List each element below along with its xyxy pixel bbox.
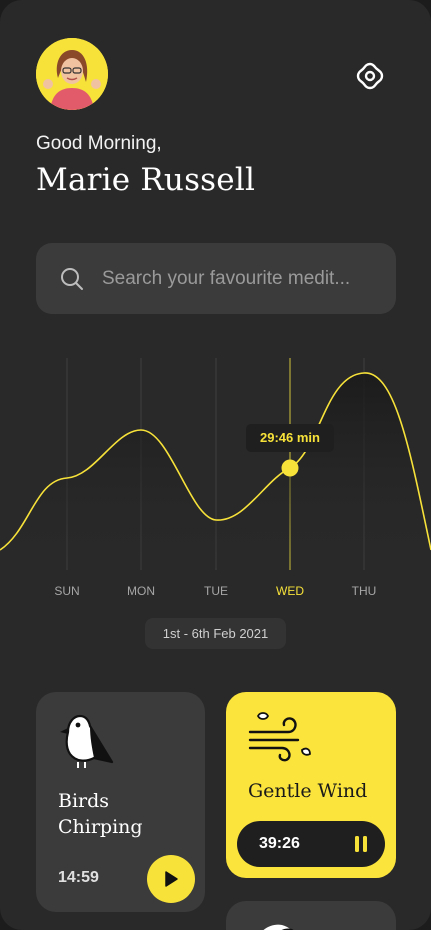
- pause-icon[interactable]: [351, 834, 371, 854]
- tick-label[interactable]: SUN: [54, 584, 79, 598]
- meditation-card-wind[interactable]: Gentle Wind 39:26: [226, 692, 396, 878]
- chart-highlight-point[interactable]: [281, 459, 299, 477]
- tick-label[interactable]: TUE: [204, 584, 228, 598]
- card-duration: 39:26: [259, 835, 300, 852]
- avatar[interactable]: [36, 38, 108, 110]
- settings-button[interactable]: [350, 56, 390, 96]
- user-name: Marie Russell: [36, 162, 256, 198]
- flower-gear-icon: [356, 62, 384, 90]
- wind-icon: [248, 712, 311, 762]
- meditation-card-birds[interactable]: Birds Chirping 14:59: [36, 692, 205, 912]
- meditation-card-partial[interactable]: [226, 901, 396, 930]
- player-pill[interactable]: 39:26: [237, 821, 385, 867]
- greeting-text: Good Morning,: [36, 133, 162, 154]
- meditation-chart: 29:46 min SUN MON TUE WED THU: [0, 358, 431, 598]
- play-icon: [165, 871, 178, 887]
- search-icon: [61, 268, 83, 290]
- tick-label-active[interactable]: WED: [276, 584, 304, 598]
- tick-label[interactable]: THU: [352, 584, 377, 598]
- card-title: Birds Chirping: [58, 790, 143, 838]
- search-input[interactable]: [102, 243, 382, 314]
- play-button[interactable]: [147, 855, 195, 903]
- card-title: Gentle Wind: [248, 780, 368, 802]
- chart-x-axis: SUN MON TUE WED THU: [54, 584, 376, 598]
- bird-icon: [60, 714, 114, 768]
- tick-label[interactable]: MON: [127, 584, 155, 598]
- avatar-portrait: [36, 38, 108, 110]
- search-bar[interactable]: [36, 243, 396, 314]
- card-icon: [263, 924, 294, 930]
- home-screen: Good Morning, Marie Russell 29:46 min SU…: [0, 0, 431, 930]
- chart-tooltip-label: 29:46 min: [260, 430, 320, 445]
- date-range-badge[interactable]: 1st - 6th Feb 2021: [145, 618, 286, 649]
- card-duration: 14:59: [58, 869, 99, 886]
